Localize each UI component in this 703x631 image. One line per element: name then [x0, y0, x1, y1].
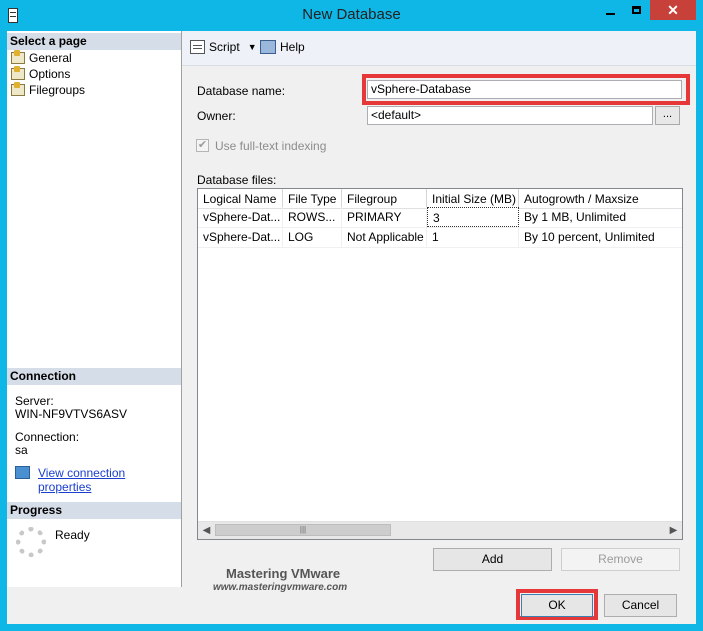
- close-icon: ✕: [667, 1, 679, 18]
- column-header-logical-name[interactable]: Logical Name: [198, 189, 283, 209]
- connection-properties-icon: [15, 466, 30, 479]
- connection-value: sa: [15, 443, 28, 457]
- page-item-options[interactable]: Options: [11, 66, 70, 82]
- owner-browse-button[interactable]: ...: [655, 106, 680, 125]
- table-row[interactable]: vSphere-Dat... ROWS... PRIMARY 3 By 1 MB…: [198, 207, 682, 228]
- owner-input[interactable]: <default>: [367, 106, 653, 125]
- page-item-filegroups[interactable]: Filegroups: [11, 82, 85, 98]
- page-item-label: Filegroups: [29, 83, 86, 97]
- minimize-button[interactable]: [597, 0, 623, 20]
- remove-button[interactable]: Remove: [561, 548, 680, 571]
- scroll-left-icon[interactable]: ◀: [198, 522, 215, 539]
- chevron-down-icon[interactable]: ▼: [248, 42, 257, 52]
- table-header-row: Logical Name File Type Filegroup Initial…: [198, 189, 682, 209]
- maximize-button[interactable]: [623, 0, 650, 20]
- help-label: Help: [280, 40, 305, 54]
- help-button[interactable]: Help: [260, 40, 305, 54]
- connection-header: Connection: [7, 368, 181, 385]
- page-icon: [11, 50, 25, 64]
- script-button[interactable]: Script ▼: [190, 40, 257, 54]
- column-header-filegroup[interactable]: Filegroup: [342, 189, 427, 209]
- database-files-table: Logical Name File Type Filegroup Initial…: [197, 188, 683, 540]
- page-item-general[interactable]: General: [11, 50, 72, 66]
- help-icon: [260, 40, 276, 54]
- new-database-window: New Database ✕ Select a page General Opt…: [0, 0, 703, 631]
- title-bar[interactable]: New Database ✕: [0, 0, 703, 31]
- scroll-right-icon[interactable]: ▶: [665, 522, 682, 539]
- database-name-highlight: [362, 74, 690, 105]
- script-label: Script: [209, 40, 240, 54]
- cell-autogrowth[interactable]: By 1 MB, Unlimited: [519, 207, 682, 227]
- page-icon: [11, 66, 25, 80]
- watermark-url: www.masteringvmware.com: [213, 582, 348, 593]
- progress-header: Progress: [7, 502, 181, 519]
- database-name-label: Database name:: [197, 84, 286, 98]
- select-page-header: Select a page: [7, 33, 181, 50]
- minimize-icon: [605, 13, 615, 15]
- cell-logical-name[interactable]: vSphere-Dat...: [198, 227, 283, 247]
- column-header-file-type[interactable]: File Type: [283, 189, 342, 209]
- server-value: WIN-NF9VTVS6ASV: [15, 407, 128, 421]
- page-item-label: Options: [29, 67, 71, 81]
- watermark-title: Mastering VMware: [226, 566, 341, 581]
- maximize-icon: [632, 6, 641, 14]
- cell-initial-size[interactable]: 3: [427, 207, 519, 227]
- cell-initial-size[interactable]: 1: [427, 227, 519, 247]
- page-item-label: General: [29, 51, 72, 65]
- database-files-label: Database files:: [197, 173, 277, 187]
- progress-spinner-icon: [16, 527, 46, 557]
- cell-autogrowth[interactable]: By 10 percent, Unlimited: [519, 227, 682, 247]
- ok-button[interactable]: OK: [521, 594, 593, 617]
- cell-filegroup[interactable]: PRIMARY: [342, 207, 427, 227]
- column-header-autogrowth[interactable]: Autogrowth / Maxsize: [519, 189, 682, 209]
- fulltext-label: Use full-text indexing: [215, 139, 327, 153]
- connection-label: Connection:: [15, 430, 80, 444]
- table-row[interactable]: vSphere-Dat... LOG Not Applicable 1 By 1…: [198, 227, 682, 248]
- horizontal-scrollbar[interactable]: ◀ ||| ▶: [198, 521, 682, 539]
- fulltext-checkbox[interactable]: ✔: [196, 139, 209, 152]
- progress-status: Ready: [55, 528, 90, 542]
- scroll-thumb[interactable]: |||: [215, 524, 391, 536]
- page-icon: [11, 82, 25, 96]
- cell-filegroup[interactable]: Not Applicable: [342, 227, 427, 247]
- server-label: Server:: [15, 394, 54, 408]
- column-header-initial-size[interactable]: Initial Size (MB): [427, 189, 519, 209]
- toolbar: Script ▼ Help: [182, 31, 696, 66]
- script-icon: [190, 40, 205, 54]
- view-connection-properties-link[interactable]: View connection properties: [38, 466, 181, 494]
- left-pane: Select a page General Options Filegroups…: [7, 31, 182, 587]
- add-button[interactable]: Add: [433, 548, 552, 571]
- cell-file-type[interactable]: ROWS...: [283, 207, 342, 227]
- cell-file-type[interactable]: LOG: [283, 227, 342, 247]
- owner-label: Owner:: [197, 109, 236, 123]
- cell-logical-name[interactable]: vSphere-Dat...: [198, 207, 283, 227]
- close-button[interactable]: ✕: [650, 0, 696, 20]
- cancel-button[interactable]: Cancel: [604, 594, 677, 617]
